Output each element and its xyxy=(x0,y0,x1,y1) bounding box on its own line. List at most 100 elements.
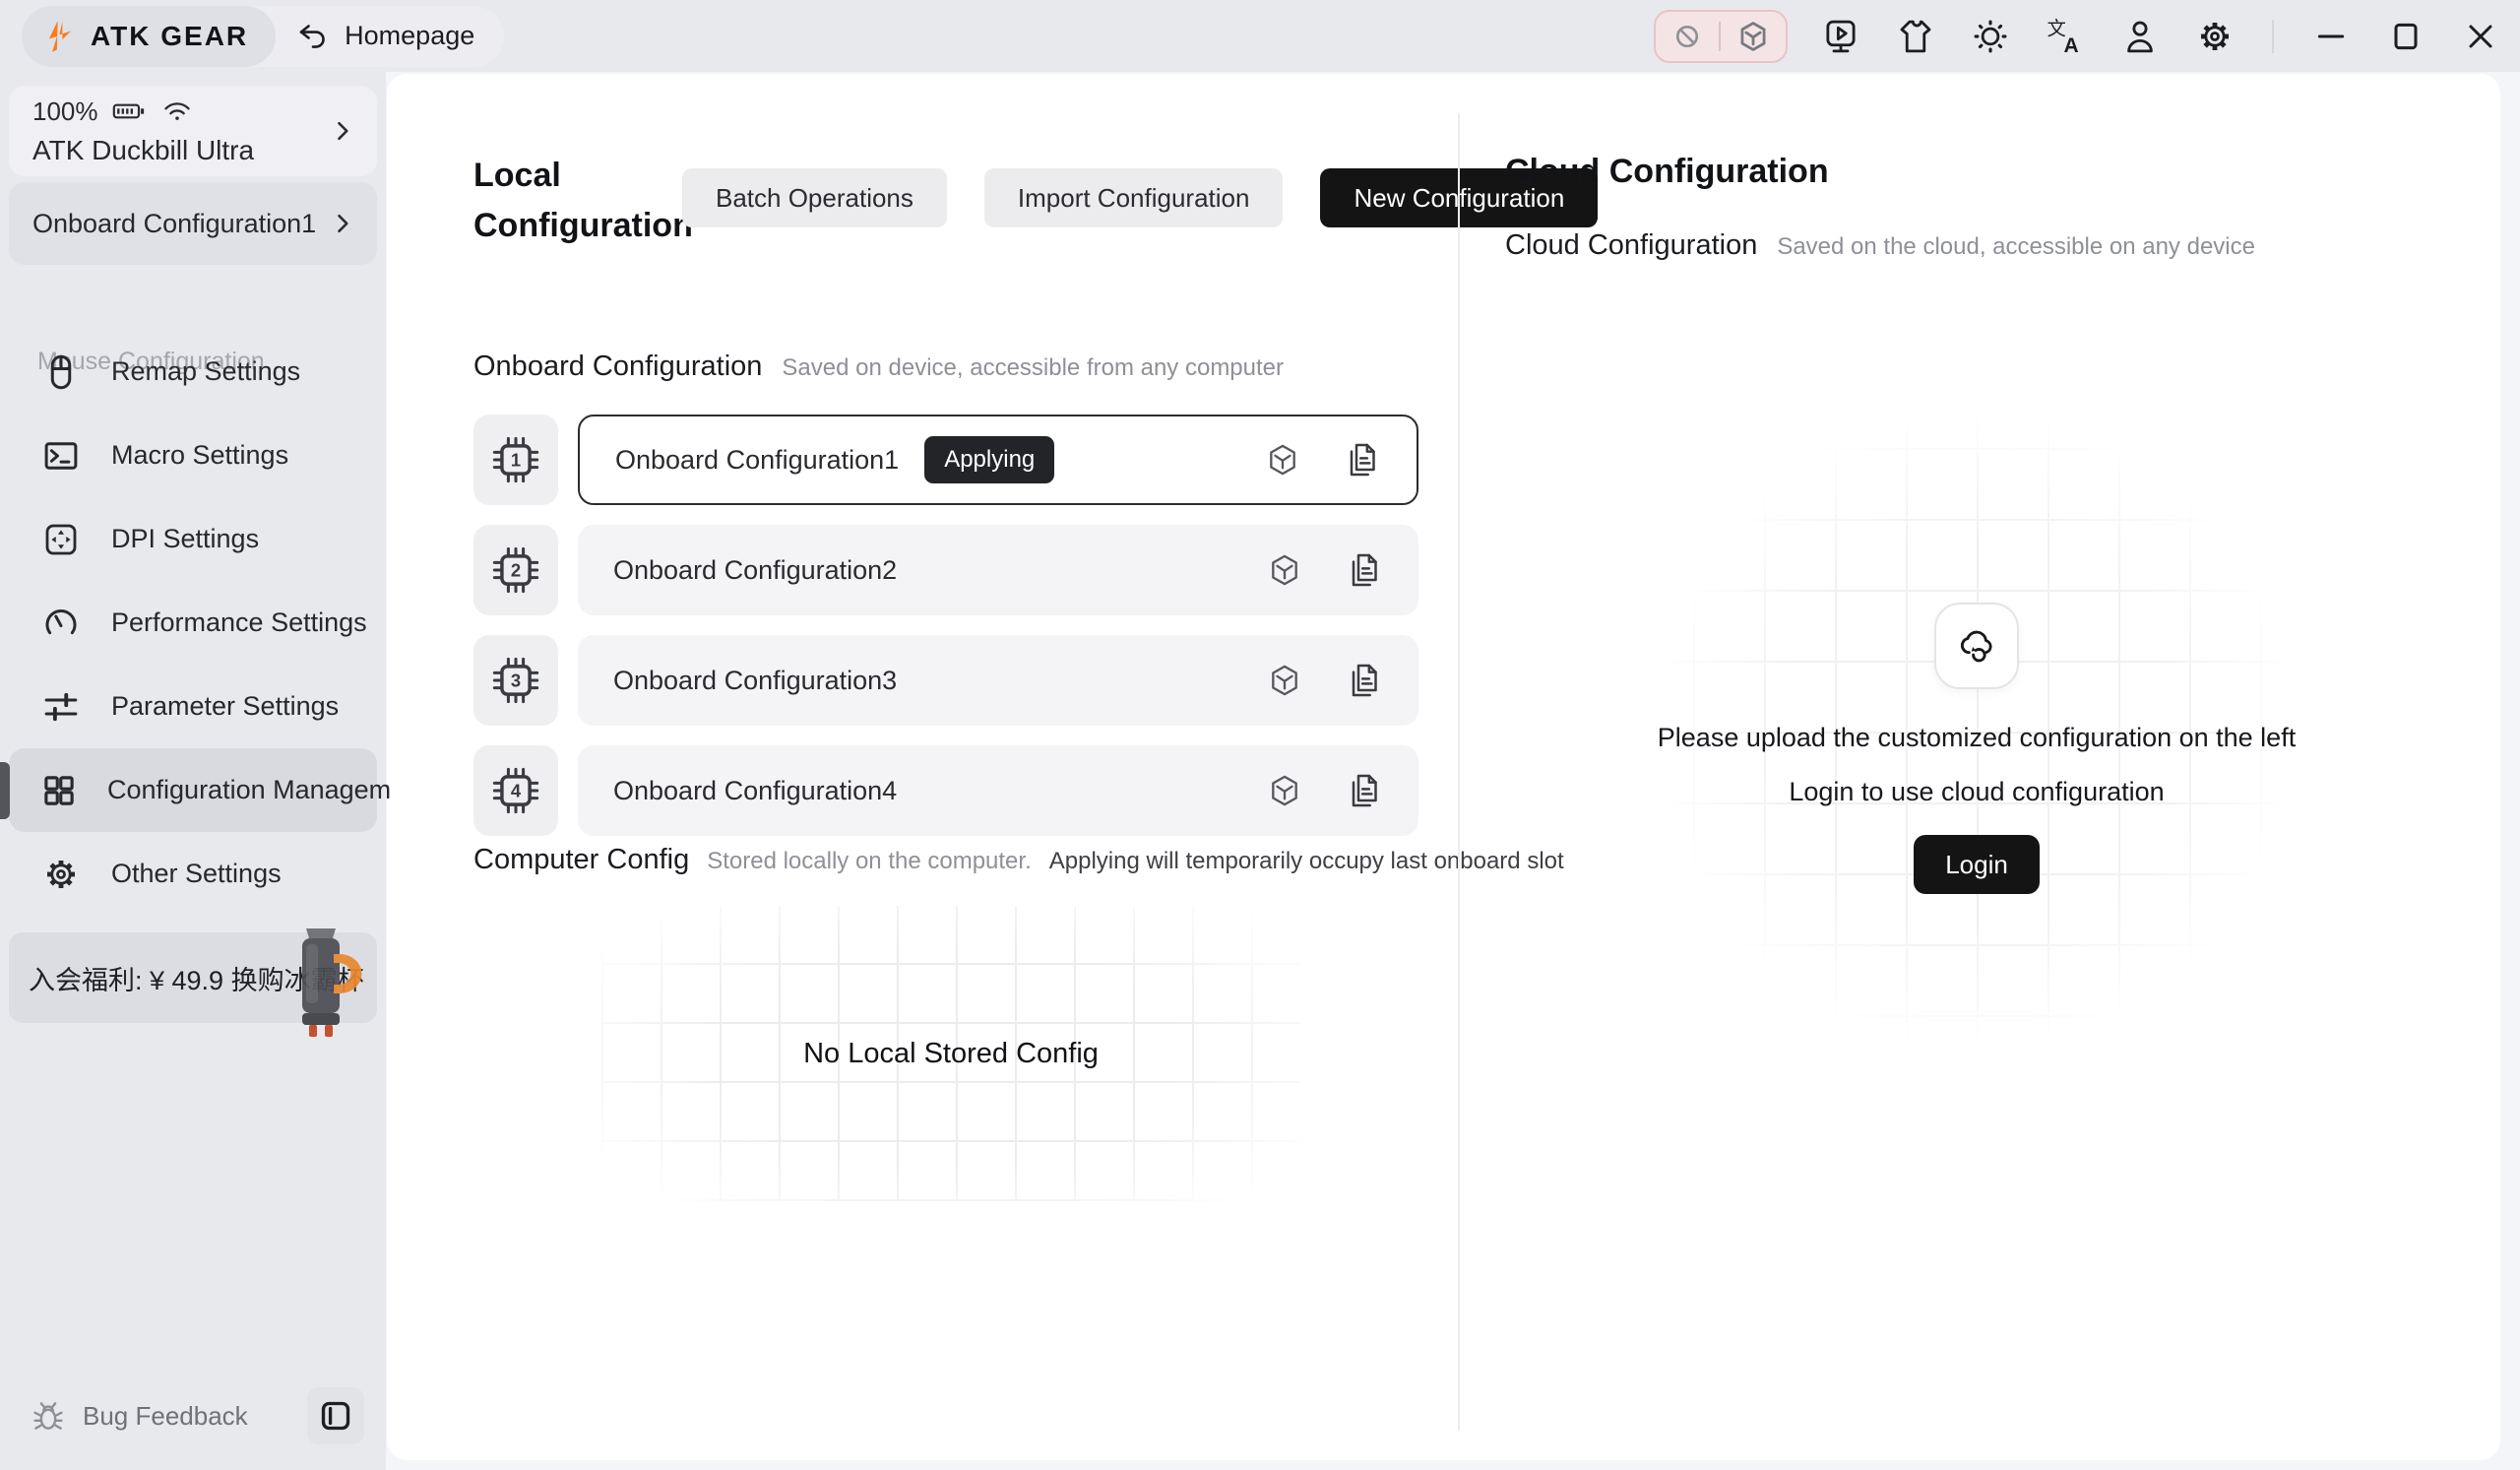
onboard-config-row: 1 Onboard Configuration1 Applying xyxy=(473,415,1418,505)
copy-config-icon[interactable] xyxy=(1344,661,1383,700)
row-actions xyxy=(1265,771,1383,810)
homepage-label: Homepage xyxy=(345,21,474,51)
gear-icon xyxy=(38,854,84,895)
app-window: ATK GEAR Homepage xyxy=(0,0,2520,1470)
sidebar-item-label: Configuration Managem xyxy=(107,775,391,805)
pill-divider xyxy=(1719,22,1721,51)
row-actions xyxy=(1265,661,1383,700)
collapse-sidebar-button[interactable] xyxy=(307,1387,364,1444)
battery-icon xyxy=(112,99,148,123)
title-bar: ATK GEAR Homepage xyxy=(0,0,2520,72)
brand-pill: ATK GEAR Homepage xyxy=(22,6,504,67)
batch-operations-button[interactable]: Batch Operations xyxy=(682,168,947,227)
copy-config-icon[interactable] xyxy=(1344,550,1383,590)
onboard-config-card-1[interactable]: Onboard Configuration1 Applying xyxy=(578,415,1418,505)
local-config-empty-area: No Local Stored Config xyxy=(601,906,1300,1201)
account-button[interactable] xyxy=(2118,15,2162,58)
onboard-config-list: 1 Onboard Configuration1 Applying xyxy=(473,338,1418,836)
settings-gear-button[interactable] xyxy=(2193,15,2236,58)
chevron-right-icon xyxy=(326,207,359,240)
cloud-config-heading: Cloud Configuration Saved on the cloud, … xyxy=(1505,229,2255,262)
battery-percent: 100% xyxy=(32,96,98,127)
sidebar-item-remap-settings[interactable]: Remap Settings xyxy=(9,330,377,414)
brand-name: ATK GEAR xyxy=(91,21,248,52)
sidebar-item-macro-settings[interactable]: Macro Settings xyxy=(9,414,377,497)
language-button[interactable]: 文A xyxy=(2044,15,2087,58)
device-name: ATK Duckbill Ultra xyxy=(32,135,326,166)
video-tutorial-button[interactable] xyxy=(1819,15,1862,58)
cube-status-icon xyxy=(1734,18,1772,55)
config-name: Onboard Configuration3 xyxy=(613,666,897,696)
mouse-icon xyxy=(38,352,84,393)
copy-config-icon[interactable] xyxy=(1342,440,1381,479)
computer-config-heading: Computer Config Stored locally on the co… xyxy=(473,844,1564,876)
computer-config-desc-dark: Applying will temporarily occupy last on… xyxy=(1049,848,1564,875)
app-logo: ATK GEAR xyxy=(22,6,276,67)
wireless-icon xyxy=(161,98,193,124)
cloud-login-hint: Login to use cloud configuration xyxy=(1568,777,2385,807)
minimize-button[interactable] xyxy=(2309,15,2353,58)
permission-status-pill[interactable] xyxy=(1654,10,1788,63)
bug-icon xyxy=(30,1397,67,1435)
config-name: Onboard Configuration1 xyxy=(615,445,899,476)
selected-indicator xyxy=(0,762,10,819)
copy-config-icon[interactable] xyxy=(1344,771,1383,810)
sidebar-item-label: Other Settings xyxy=(111,859,282,889)
svg-text:A: A xyxy=(2064,33,2079,56)
login-button[interactable]: Login xyxy=(1914,835,2040,894)
terminal-icon xyxy=(38,435,84,477)
lightning-logo-icon xyxy=(41,18,79,55)
onboard-config-row: 4 Onboard Configuration4 xyxy=(473,745,1418,836)
sliders-icon xyxy=(38,686,84,728)
homepage-button[interactable]: Homepage xyxy=(295,19,474,54)
device-meta: 100% ATK Duckbill Ultra xyxy=(32,96,326,166)
sidebar-item-label: Macro Settings xyxy=(111,440,288,471)
gauge-icon xyxy=(38,603,84,644)
sidebar-item-configuration-management[interactable]: Configuration Managem xyxy=(9,748,377,832)
cube-apply-icon[interactable] xyxy=(1265,771,1304,810)
onboard-config-card-4[interactable]: Onboard Configuration4 xyxy=(578,745,1418,836)
import-configuration-button[interactable]: Import Configuration xyxy=(984,168,1284,227)
chip-slot-number: 2 xyxy=(511,560,521,581)
cube-apply-icon[interactable] xyxy=(1265,661,1304,700)
maximize-button[interactable] xyxy=(2384,15,2427,58)
onboard-config-row: 2 Onboard Configuration2 xyxy=(473,525,1418,615)
chip-slot-number: 3 xyxy=(511,671,521,691)
chip-slot-number: 1 xyxy=(511,450,521,471)
skin-store-button[interactable] xyxy=(1894,15,1937,58)
config-name: Onboard Configuration4 xyxy=(613,776,897,806)
onboard-config-card-3[interactable]: Onboard Configuration3 xyxy=(578,635,1418,726)
sidebar-item-performance-settings[interactable]: Performance Settings xyxy=(9,581,377,665)
sidebar-item-label: Performance Settings xyxy=(111,607,367,638)
cloud-upload-box xyxy=(1934,603,2019,689)
sidebar-item-parameter-settings[interactable]: Parameter Settings xyxy=(9,665,377,748)
cube-apply-icon[interactable] xyxy=(1263,440,1302,479)
local-config-title: Local Configuration xyxy=(473,151,680,251)
window-controls-divider xyxy=(2272,20,2274,53)
cloud-config-title: Cloud Configuration xyxy=(1505,153,1829,191)
config-name: Onboard Configuration2 xyxy=(613,555,897,586)
bug-feedback-button[interactable]: Bug Feedback xyxy=(30,1397,248,1435)
promo-banner[interactable]: 入会福利: ¥ 49.9 换购冰霸杯 xyxy=(9,932,377,1023)
cloud-empty-state: Please upload the customized configurati… xyxy=(1568,603,2385,894)
sidebar-item-dpi-settings[interactable]: DPI Settings xyxy=(9,497,377,581)
computer-config-desc-gray: Stored locally on the computer. xyxy=(707,848,1032,875)
grid-icon xyxy=(38,770,80,811)
onboard-config-row: 3 Onboard Configuration3 xyxy=(473,635,1418,726)
main-panel: Local Configuration Batch Operations Imp… xyxy=(387,74,2500,1460)
panel-collapse-icon xyxy=(316,1396,355,1436)
panel-divider xyxy=(1458,113,1460,1431)
device-card[interactable]: 100% ATK Duckbill Ultra xyxy=(9,86,377,176)
block-icon xyxy=(1670,19,1705,54)
active-config-card[interactable]: Onboard Configuration1 xyxy=(9,182,377,265)
local-config-actions: Batch Operations Import Configuration Ne… xyxy=(682,168,1598,227)
close-button[interactable] xyxy=(2459,15,2502,58)
onboard-config-card-2[interactable]: Onboard Configuration2 xyxy=(578,525,1418,615)
sidebar-item-other-settings[interactable]: Other Settings xyxy=(9,832,377,916)
chevron-right-icon xyxy=(326,114,359,148)
chip-slot-tile: 3 xyxy=(473,635,558,726)
sidebar: 100% ATK Duckbill Ultra Onboard Configur… xyxy=(0,72,386,1470)
cube-apply-icon[interactable] xyxy=(1265,550,1304,590)
theme-brightness-button[interactable] xyxy=(1969,15,2012,58)
dpi-icon xyxy=(38,519,84,560)
